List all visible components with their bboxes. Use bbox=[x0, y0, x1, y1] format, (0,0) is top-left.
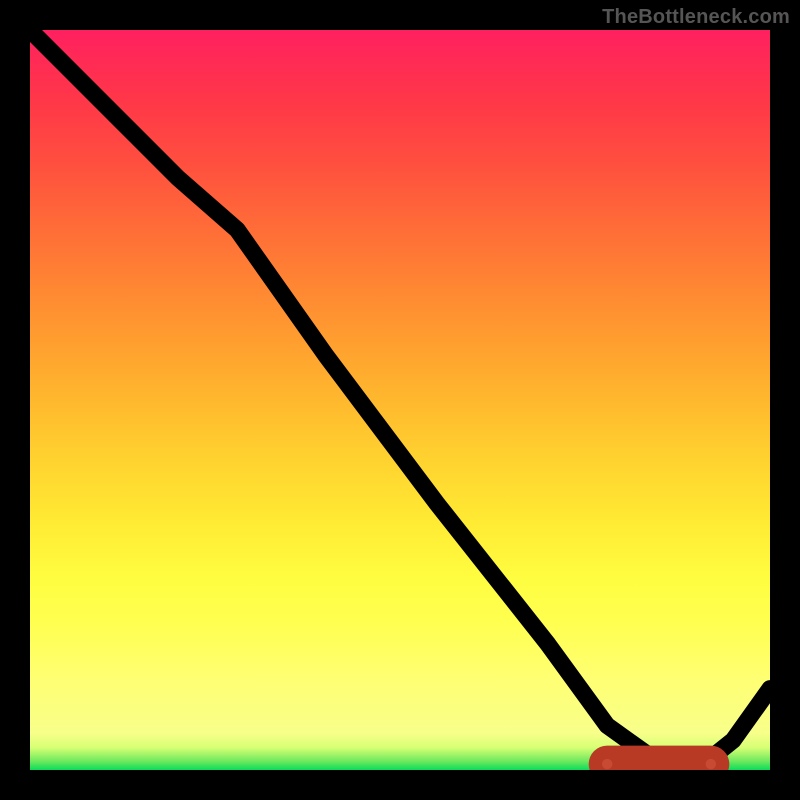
optimal-region-start-dot bbox=[602, 759, 612, 769]
plot-area bbox=[30, 30, 770, 770]
chart-stage: TheBottleneck.com bbox=[0, 0, 800, 800]
watermark-text: TheBottleneck.com bbox=[602, 6, 790, 29]
chart-svg bbox=[30, 30, 770, 770]
optimal-region-end-dot bbox=[706, 759, 716, 769]
bottleneck-curve-line bbox=[30, 30, 770, 770]
